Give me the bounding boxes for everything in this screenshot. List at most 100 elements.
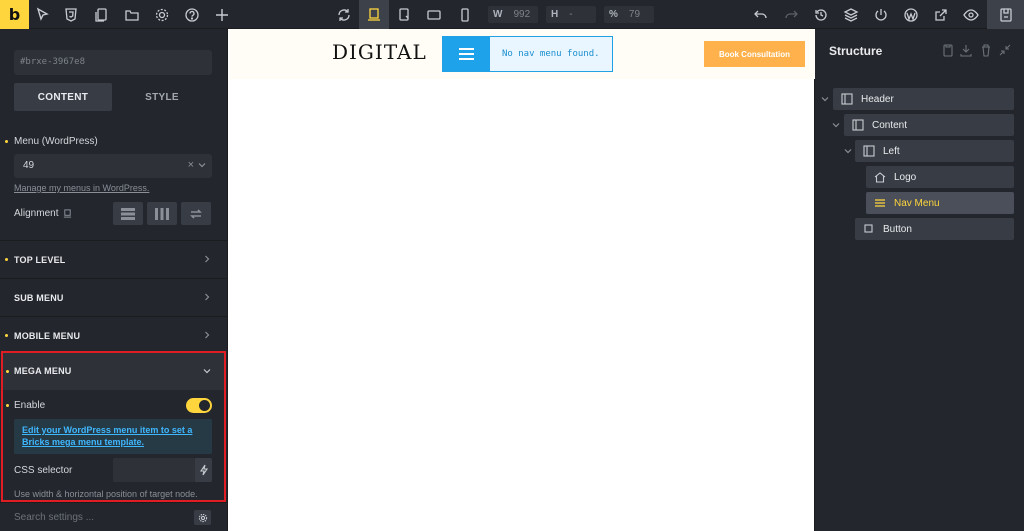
wordpress-icon[interactable] (897, 0, 925, 29)
zoom-value: 79 (628, 9, 641, 20)
width-field[interactable]: W 992 (488, 6, 538, 23)
mega-menu-info-link[interactable]: Edit your WordPress menu item to set a B… (14, 419, 212, 454)
layout-icon (841, 93, 853, 105)
section-sub-menu[interactable]: SUB MENU (0, 278, 227, 316)
desktop-breakpoint-icon[interactable] (359, 0, 389, 29)
zoom-field[interactable]: % 79 (604, 6, 654, 23)
structure-node-nav-menu[interactable]: Nav Menu (866, 192, 1014, 214)
node-label: Button (883, 223, 912, 235)
chevron-down-icon[interactable] (831, 120, 841, 130)
clear-icon[interactable]: × (188, 159, 194, 171)
align-reverse-button[interactable] (181, 202, 211, 225)
enable-toggle[interactable] (186, 398, 212, 413)
power-icon[interactable] (867, 0, 895, 29)
width-value: 992 (513, 9, 531, 20)
node-label: Nav Menu (894, 197, 940, 209)
css-selector-hint: Use width & horizontal position of targe… (14, 489, 198, 499)
builder-canvas[interactable]: DIGITAL No nav menu found. Book Consulta… (227, 29, 815, 531)
site-logo[interactable]: DIGITAL (332, 40, 427, 64)
nav-menu-message: No nav menu found. (502, 49, 600, 59)
nav-menu-element[interactable]: No nav menu found. (442, 36, 613, 72)
section-title: MOBILE MENU (14, 330, 81, 341)
section-top-level[interactable]: TOP LEVEL (0, 240, 227, 278)
structure-node-button[interactable]: Button (855, 218, 1014, 240)
download-icon[interactable] (959, 43, 973, 57)
external-link-icon[interactable] (927, 0, 955, 29)
desktop-breakpoint-icon (63, 209, 72, 218)
trash-icon[interactable] (979, 43, 993, 57)
folder-icon[interactable] (118, 0, 146, 29)
layout-icon (863, 145, 875, 157)
settings-gear-icon[interactable] (194, 510, 211, 525)
search-settings-input[interactable]: Search settings ... (14, 512, 94, 523)
chevron-down-icon (203, 369, 211, 374)
node-label: Content (872, 119, 908, 131)
html5-icon[interactable] (57, 0, 85, 29)
bolt-icon (199, 464, 208, 476)
pages-icon[interactable] (88, 0, 116, 29)
hamburger-menu-icon[interactable] (443, 37, 490, 71)
top-toolbar: b W 992 H - % 79 (0, 0, 1024, 29)
height-value: - (569, 9, 573, 20)
align-columns-button[interactable] (147, 202, 177, 225)
layers-icon[interactable] (837, 0, 865, 29)
clipboard-icon[interactable] (941, 43, 955, 57)
button-square-icon (864, 224, 873, 233)
align-columns-icon (155, 207, 169, 220)
setting-indicator (6, 370, 9, 373)
alignment-label: Alignment (14, 208, 59, 219)
css-selector-input[interactable] (113, 458, 195, 482)
section-mega-menu[interactable]: MEGA MENU (3, 353, 224, 390)
css-selector-label: CSS selector (14, 465, 73, 476)
height-field[interactable]: H - (546, 6, 596, 23)
section-title: MEGA MENU (14, 366, 72, 376)
node-label: Left (883, 145, 900, 157)
home-icon (874, 172, 886, 183)
book-consultation-button[interactable]: Book Consultation (704, 41, 805, 67)
mobile-icon[interactable] (451, 0, 479, 29)
add-icon[interactable] (208, 0, 236, 29)
menu-select-value: 49 (23, 160, 35, 171)
zoom-label: % (609, 9, 618, 20)
structure-node-content[interactable]: Content (844, 114, 1014, 136)
width-label: W (493, 9, 503, 20)
structure-node-left[interactable]: Left (855, 140, 1014, 162)
tablet-icon[interactable] (420, 0, 448, 29)
chevron-right-icon (205, 331, 210, 339)
redo-icon[interactable] (777, 0, 805, 29)
save-icon[interactable] (987, 0, 1024, 29)
help-icon[interactable] (178, 0, 206, 29)
settings-gear-icon[interactable] (148, 0, 176, 29)
chevron-down-icon[interactable] (820, 94, 830, 104)
refresh-icon[interactable] (330, 0, 358, 29)
chevron-down-icon[interactable] (843, 146, 853, 156)
pointer-icon[interactable] (29, 0, 57, 29)
element-settings-panel: #brxe-3967e8 CONTENT STYLE Menu (WordPre… (0, 29, 227, 531)
manage-menus-link[interactable]: Manage my menus in WordPress. (14, 183, 149, 193)
element-id-field[interactable]: #brxe-3967e8 (14, 50, 212, 75)
undo-icon[interactable] (747, 0, 775, 29)
chevron-right-icon (205, 293, 210, 301)
height-label: H (551, 9, 559, 20)
mega-menu-section: MEGA MENU Enable Edit your WordPress men… (1, 351, 226, 502)
menu-select[interactable]: 49 × (14, 154, 212, 178)
setting-indicator (5, 140, 8, 143)
preview-eye-icon[interactable] (957, 0, 985, 29)
dynamic-data-button[interactable] (195, 458, 212, 482)
section-mobile-menu[interactable]: MOBILE MENU (0, 316, 227, 354)
align-rows-icon (121, 207, 135, 220)
structure-node-logo[interactable]: Logo (866, 166, 1014, 188)
bricks-logo[interactable]: b (0, 0, 29, 29)
chevron-down-icon[interactable] (197, 160, 207, 170)
structure-title: Structure (829, 44, 883, 58)
setting-indicator (5, 258, 8, 261)
align-rows-button[interactable] (113, 202, 143, 225)
node-label: Header (861, 93, 894, 105)
history-icon[interactable] (807, 0, 835, 29)
structure-node-header[interactable]: Header (833, 88, 1014, 110)
collapse-icon[interactable] (998, 43, 1012, 57)
tab-content[interactable]: CONTENT (14, 83, 112, 111)
tablet-landscape-icon[interactable] (390, 0, 418, 29)
tab-style[interactable]: STYLE (113, 83, 211, 111)
site-header[interactable]: DIGITAL No nav menu found. Book Consulta… (230, 29, 815, 79)
